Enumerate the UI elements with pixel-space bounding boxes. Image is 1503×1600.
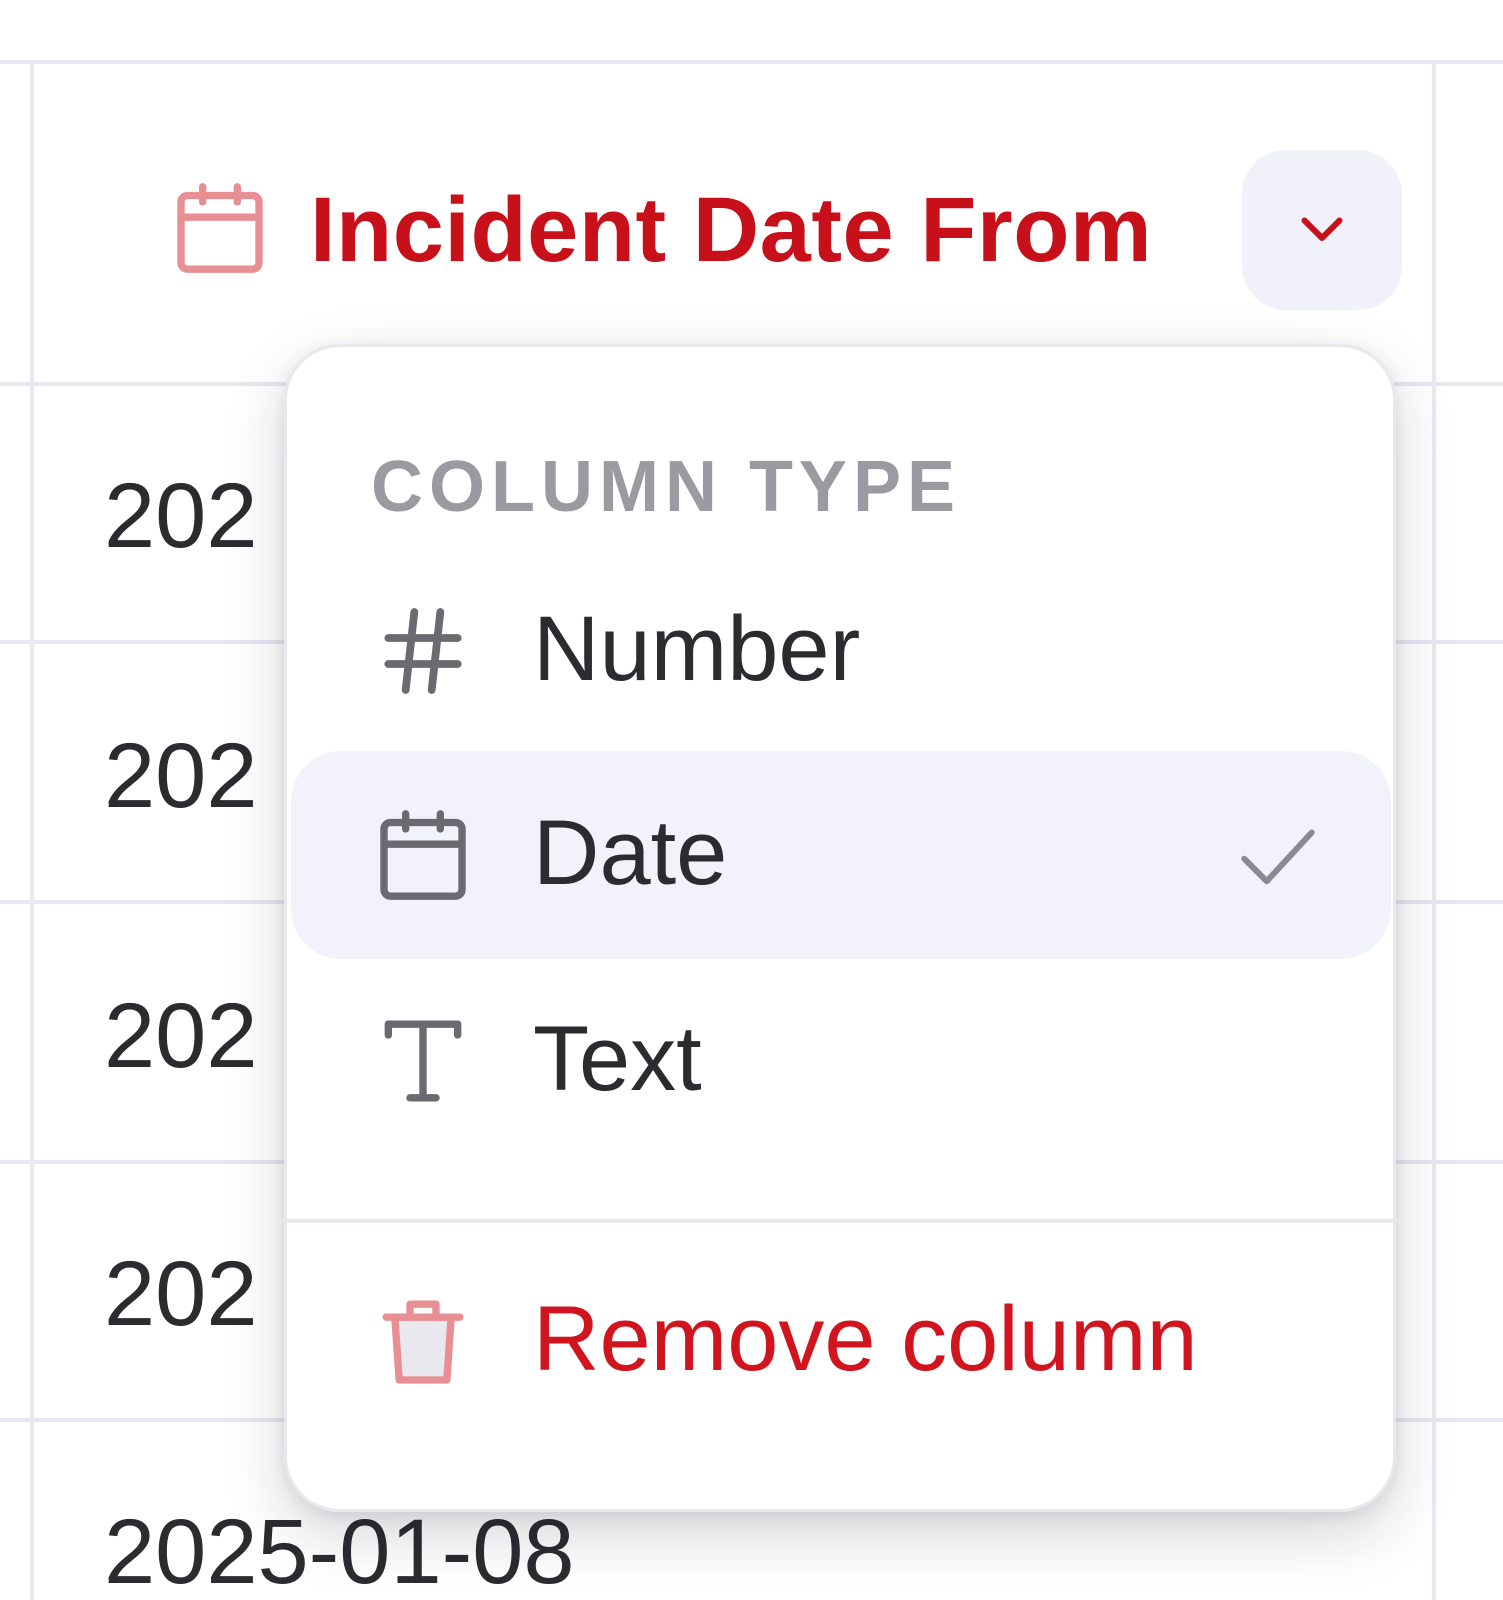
spreadsheet-view: Incident Date From 202 202 202 202 2025-…	[0, 0, 1503, 1600]
grid-line	[30, 64, 34, 1600]
trash-icon	[371, 1289, 475, 1393]
menu-item-label: Remove column	[533, 1288, 1198, 1390]
menu-item-date[interactable]: Date	[291, 751, 1391, 959]
grid-line	[0, 60, 1503, 64]
menu-divider	[287, 1219, 1393, 1223]
menu-item-label: Date	[533, 802, 728, 904]
column-menu-button[interactable]	[1242, 150, 1402, 310]
table-cell[interactable]: 202	[104, 466, 258, 566]
table-cell[interactable]: 202	[104, 726, 258, 826]
table-cell[interactable]: 202	[104, 1244, 258, 1344]
hash-icon	[371, 599, 475, 703]
text-type-icon	[371, 1009, 475, 1113]
column-header-title: Incident Date From	[310, 179, 1153, 281]
table-cell[interactable]: 2025-01-08	[104, 1502, 575, 1600]
chevron-down-icon	[1292, 198, 1352, 263]
menu-item-label: Number	[533, 598, 861, 700]
menu-item-number[interactable]: Number	[291, 547, 1391, 755]
calendar-icon	[371, 803, 475, 907]
menu-item-label: Text	[533, 1008, 702, 1110]
check-icon	[1233, 815, 1323, 895]
menu-section-title: COLUMN TYPE	[371, 447, 962, 527]
calendar-icon	[168, 176, 272, 280]
table-cell[interactable]: 202	[104, 986, 258, 1086]
column-menu: COLUMN TYPE Number Date Text Remove colu…	[284, 344, 1396, 1512]
menu-item-text[interactable]: Text	[291, 957, 1391, 1165]
remove-column-button[interactable]: Remove column	[291, 1237, 1391, 1445]
